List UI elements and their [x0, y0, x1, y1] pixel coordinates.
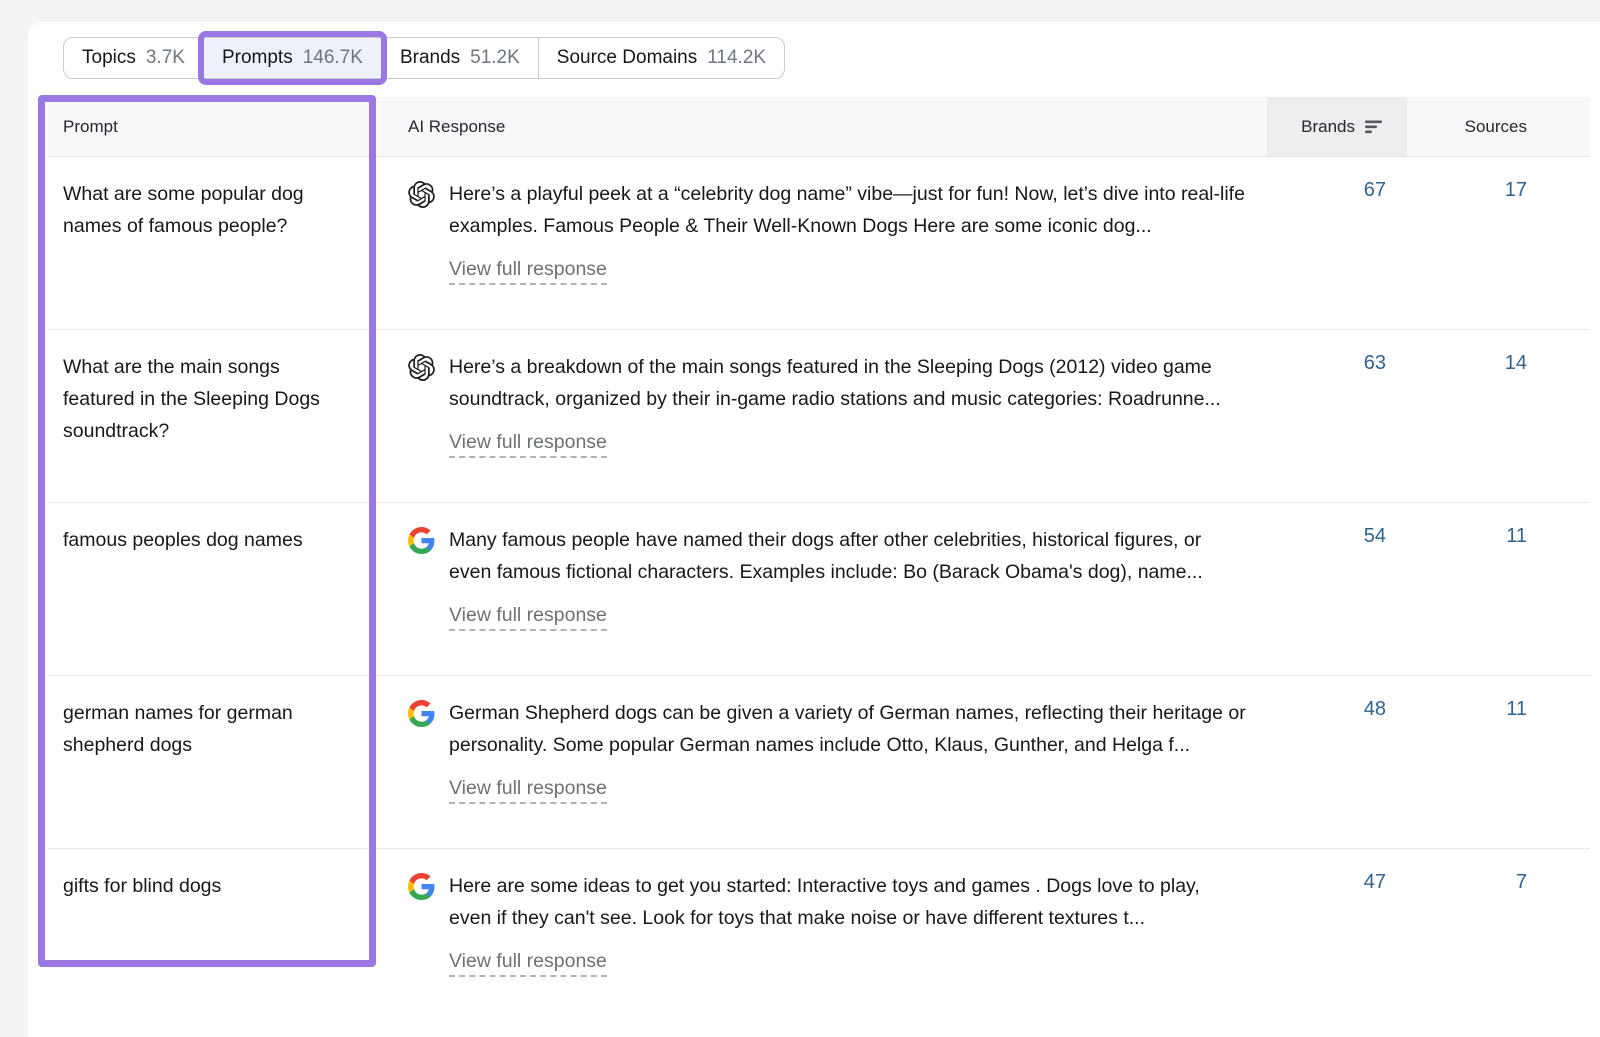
table-body: What are some popular dog names of famou…	[48, 157, 1590, 1022]
tab-brands-count: 51.2K	[470, 47, 520, 69]
tab-source-domains-count: 114.2K	[707, 47, 766, 69]
google-icon	[408, 527, 435, 554]
table-header: Prompt AI Response Brands Sources	[48, 97, 1590, 157]
table-row: famous peoples dog names Many famous peo…	[48, 503, 1590, 676]
response-text: Here are some ideas to get you started: …	[449, 870, 1247, 934]
ai-response-cell: Here’s a breakdown of the main songs fea…	[378, 330, 1267, 502]
google-icon	[408, 873, 435, 900]
tab-topics[interactable]: Topics 3.7K	[64, 38, 204, 78]
column-header-prompt: Prompt	[48, 97, 378, 156]
tab-topics-label: Topics	[82, 47, 136, 69]
tab-prompts-label: Prompts	[222, 47, 293, 69]
view-full-response-link[interactable]: View full response	[449, 950, 607, 977]
table-row: german names for german shepherd dogs Ge…	[48, 676, 1590, 849]
view-full-response-link[interactable]: View full response	[449, 431, 607, 458]
tab-brands-label: Brands	[400, 47, 460, 69]
ai-response-cell: Many famous people have named their dogs…	[378, 503, 1267, 675]
table-row: What are the main songs featured in the …	[48, 330, 1590, 503]
prompts-table: Prompt AI Response Brands Sources What a…	[48, 97, 1590, 1022]
sources-count[interactable]: 7	[1407, 849, 1590, 1022]
prompt-text: famous peoples dog names	[63, 524, 331, 556]
sources-count[interactable]: 14	[1407, 330, 1590, 502]
ai-response-cell: Here’s a playful peek at a “celebrity do…	[378, 157, 1267, 329]
column-header-sources-label: Sources	[1465, 117, 1527, 137]
prompt-text: gifts for blind dogs	[63, 870, 331, 902]
response-body: Here are some ideas to get you started: …	[449, 870, 1247, 998]
prompt-cell[interactable]: gifts for blind dogs	[48, 849, 378, 1022]
response-text: German Shepherd dogs can be given a vari…	[449, 697, 1247, 761]
view-full-response-link[interactable]: View full response	[449, 258, 607, 285]
response-text: Here’s a playful peek at a “celebrity do…	[449, 178, 1247, 242]
table-row: What are some popular dog names of famou…	[48, 157, 1590, 330]
sort-descending-icon	[1364, 118, 1386, 135]
table-row: gifts for blind dogs Here are some ideas…	[48, 849, 1590, 1022]
prompt-text: What are some popular dog names of famou…	[63, 178, 331, 242]
prompt-text: What are the main songs featured in the …	[63, 351, 331, 447]
chatgpt-icon	[408, 354, 435, 381]
sources-count[interactable]: 17	[1407, 157, 1590, 329]
tab-prompts-count: 146.7K	[303, 47, 363, 69]
sources-count[interactable]: 11	[1407, 676, 1590, 848]
sources-count[interactable]: 11	[1407, 503, 1590, 675]
tab-source-domains[interactable]: Source Domains 114.2K	[539, 38, 784, 78]
brands-count[interactable]: 63	[1267, 330, 1407, 502]
response-body: Here’s a playful peek at a “celebrity do…	[449, 178, 1247, 305]
tab-brands[interactable]: Brands 51.2K	[382, 38, 539, 78]
view-full-response-link[interactable]: View full response	[449, 777, 607, 804]
prompt-cell[interactable]: famous peoples dog names	[48, 503, 378, 675]
response-text: Many famous people have named their dogs…	[449, 524, 1247, 588]
tab-bar: Topics 3.7K Prompts 146.7K Brands 51.2K …	[63, 37, 785, 79]
prompt-cell[interactable]: What are the main songs featured in the …	[48, 330, 378, 502]
brands-count[interactable]: 54	[1267, 503, 1407, 675]
column-header-brands-label: Brands	[1301, 117, 1355, 137]
response-body: Many famous people have named their dogs…	[449, 524, 1247, 651]
google-icon	[408, 700, 435, 727]
ai-response-cell: German Shepherd dogs can be given a vari…	[378, 676, 1267, 848]
column-header-sources[interactable]: Sources	[1407, 97, 1590, 156]
tab-source-domains-label: Source Domains	[557, 47, 697, 69]
prompt-text: german names for german shepherd dogs	[63, 697, 331, 761]
response-body: Here’s a breakdown of the main songs fea…	[449, 351, 1247, 478]
chatgpt-icon	[408, 181, 435, 208]
prompt-cell[interactable]: german names for german shepherd dogs	[48, 676, 378, 848]
view-full-response-link[interactable]: View full response	[449, 604, 607, 631]
prompt-cell[interactable]: What are some popular dog names of famou…	[48, 157, 378, 329]
tab-prompts[interactable]: Prompts 146.7K	[204, 38, 382, 78]
content-card: Topics 3.7K Prompts 146.7K Brands 51.2K …	[28, 22, 1600, 1037]
column-header-ai-response: AI Response	[378, 97, 1267, 156]
column-header-brands[interactable]: Brands	[1267, 97, 1407, 156]
brands-count[interactable]: 67	[1267, 157, 1407, 329]
brands-count[interactable]: 47	[1267, 849, 1407, 1022]
response-text: Here’s a breakdown of the main songs fea…	[449, 351, 1247, 415]
brands-count[interactable]: 48	[1267, 676, 1407, 848]
ai-response-cell: Here are some ideas to get you started: …	[378, 849, 1267, 1022]
response-body: German Shepherd dogs can be given a vari…	[449, 697, 1247, 824]
tab-topics-count: 3.7K	[146, 47, 185, 69]
